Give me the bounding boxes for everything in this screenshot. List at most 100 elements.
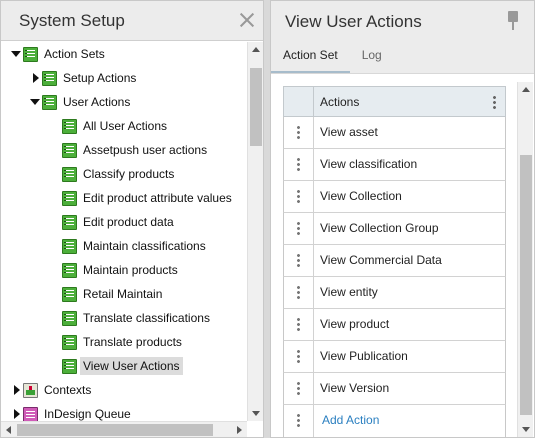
drag-handle-icon[interactable]	[284, 277, 314, 308]
tree-item-maintain-products[interactable]: Maintain products	[50, 259, 181, 281]
action-set-icon	[62, 118, 77, 134]
action-set-icon	[62, 142, 77, 158]
drag-handle-icon[interactable]	[284, 213, 314, 244]
grid-vertical-scrollbar[interactable]	[517, 82, 533, 437]
action-set-icon	[62, 190, 77, 206]
tree-item-view-user-actions[interactable]: View User Actions	[50, 355, 183, 377]
grid-rows: View asset View classification View Collec…	[283, 117, 506, 405]
scroll-up-icon[interactable]	[522, 87, 530, 92]
expand-arrow-icon[interactable]	[30, 73, 40, 83]
action-set-icon	[62, 262, 77, 278]
drag-handle-icon[interactable]	[284, 117, 314, 148]
scroll-right-icon[interactable]	[237, 426, 242, 434]
column-menu-icon[interactable]	[493, 95, 496, 109]
action-cell[interactable]: View Version	[314, 373, 505, 404]
scroll-thumb[interactable]	[250, 68, 262, 146]
tree-item-edit-product-attribute-values[interactable]: Edit product attribute values	[50, 187, 235, 209]
action-cell[interactable]: View classification	[314, 149, 505, 180]
scroll-thumb[interactable]	[520, 155, 532, 415]
collapse-arrow-icon[interactable]	[30, 97, 40, 107]
tree-item-edit-product-data[interactable]: Edit product data	[50, 211, 177, 233]
tree-item-translate-products[interactable]: Translate products	[50, 331, 185, 353]
tree-horizontal-scrollbar[interactable]	[1, 421, 247, 437]
tree-item-label: Classify products	[83, 167, 175, 181]
action-cell[interactable]: View Commercial Data	[314, 245, 505, 276]
pin-icon[interactable]	[506, 11, 520, 31]
action-set-icon	[62, 214, 77, 230]
table-row[interactable]: View Publication	[283, 341, 506, 373]
expand-arrow-icon[interactable]	[11, 409, 21, 419]
action-set-icon	[62, 166, 77, 182]
tree-item-label: View User Actions	[80, 357, 183, 375]
add-action-link[interactable]: Add Action	[314, 405, 505, 437]
tab-action-set[interactable]: Action Set	[271, 45, 350, 74]
view-user-actions-panel: View User Actions Action Set Log Actions…	[270, 0, 535, 438]
tree-item-retail-maintain[interactable]: Retail Maintain	[50, 283, 165, 305]
tree-item-setup-actions[interactable]: Setup Actions	[30, 67, 139, 89]
system-setup-header: System Setup	[1, 1, 263, 41]
tree-item-label: User Actions	[63, 95, 131, 109]
drag-handle-icon[interactable]	[284, 309, 314, 340]
tree-item-action-sets[interactable]: Action Sets	[11, 43, 108, 65]
scroll-left-icon[interactable]	[6, 426, 11, 434]
scroll-thumb[interactable]	[17, 424, 213, 436]
tree-item-label: Edit product attribute values	[83, 191, 232, 205]
tree-item-label: Translate products	[83, 335, 182, 349]
tree-item-assetpush-user-actions[interactable]: Assetpush user actions	[50, 139, 210, 161]
tree-item-label: Maintain classifications	[83, 239, 206, 253]
table-row[interactable]: View asset	[283, 117, 506, 149]
table-row[interactable]: View Collection Group	[283, 213, 506, 245]
action-cell[interactable]: View Collection	[314, 181, 505, 212]
tab-log[interactable]: Log	[350, 45, 394, 74]
tree-item-maintain-classifications[interactable]: Maintain classifications	[50, 235, 209, 257]
tree-item-contexts[interactable]: Contexts	[11, 379, 94, 401]
close-icon[interactable]	[237, 10, 257, 30]
expand-arrow-icon[interactable]	[11, 385, 21, 395]
tree-item-user-actions[interactable]: User Actions	[30, 91, 133, 113]
tree-item-classify-products[interactable]: Classify products	[50, 163, 177, 185]
action-cell[interactable]: View entity	[314, 277, 505, 308]
tree-vertical-scrollbar[interactable]	[247, 42, 263, 421]
tree-item-label: Maintain products	[83, 263, 178, 277]
drag-handle-icon[interactable]	[284, 245, 314, 276]
action-cell[interactable]: View asset	[314, 117, 505, 148]
drag-handle-icon[interactable]	[284, 149, 314, 180]
tree-item-label: Assetpush user actions	[83, 143, 208, 157]
table-row[interactable]: View product	[283, 309, 506, 341]
scroll-down-icon[interactable]	[252, 411, 260, 416]
indesign-queue-icon	[23, 406, 38, 421]
tree-item-all-user-actions[interactable]: All User Actions	[50, 115, 170, 137]
tree-item-label: Retail Maintain	[83, 287, 163, 301]
drag-handle-icon[interactable]	[284, 181, 314, 212]
scroll-up-icon[interactable]	[252, 47, 260, 52]
drag-column-header	[284, 87, 314, 116]
scroll-down-icon[interactable]	[522, 427, 530, 432]
add-action-row: Add Action	[283, 405, 506, 437]
action-cell[interactable]: View Collection Group	[314, 213, 505, 244]
table-row[interactable]: View Collection	[283, 181, 506, 213]
table-row[interactable]: View entity	[283, 277, 506, 309]
table-row[interactable]: View classification	[283, 149, 506, 181]
tree-item-label: Contexts	[44, 383, 92, 397]
action-set-icon	[62, 358, 77, 374]
drag-handle-icon[interactable]	[284, 341, 314, 372]
action-set-icon	[62, 310, 77, 326]
tree-item-indesign-queue[interactable]: InDesign Queue	[11, 403, 134, 421]
collapse-arrow-icon[interactable]	[11, 49, 21, 59]
actions-grid: Actions View asset View classification Vie…	[283, 86, 506, 437]
grid-header: Actions	[283, 86, 506, 117]
table-row[interactable]: View Version	[283, 373, 506, 405]
action-set-icon	[23, 46, 38, 62]
tree-item-label: Setup Actions	[63, 71, 137, 85]
tree-item-translate-classifications[interactable]: Translate classifications	[50, 307, 213, 329]
action-cell[interactable]: View Publication	[314, 341, 505, 372]
drag-handle-icon[interactable]	[284, 373, 314, 404]
panel-title: System Setup	[19, 11, 125, 30]
actions-column-header[interactable]: Actions	[314, 87, 505, 116]
tree-item-label: Action Sets	[44, 47, 105, 61]
drag-handle-icon[interactable]	[284, 405, 314, 437]
table-row[interactable]: View Commercial Data	[283, 245, 506, 277]
action-set-icon	[62, 238, 77, 254]
editor-title: View User Actions	[285, 12, 422, 31]
action-cell[interactable]: View product	[314, 309, 505, 340]
